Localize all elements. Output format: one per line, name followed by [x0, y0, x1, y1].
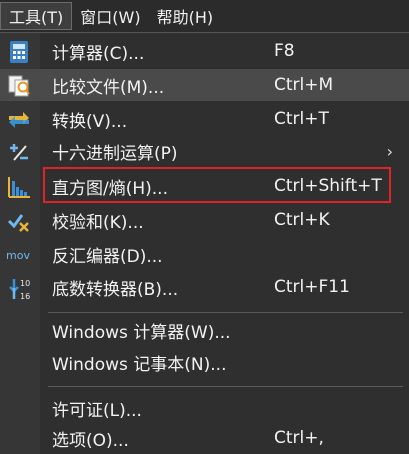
menu-item-windows-calculator[interactable]: Windows 计算器(W)... — [0, 314, 409, 346]
checksum-icon — [6, 209, 32, 233]
convert-icon — [6, 108, 32, 132]
menu-item-label: 十六进制运算(P) — [52, 143, 178, 164]
base-converter-top-text: 10 — [20, 279, 30, 288]
compare-files-icon — [6, 74, 32, 98]
menu-separator — [48, 386, 403, 387]
menu-item-shortcut: Ctrl+M — [274, 75, 334, 95]
base-converter-bottom-text: 16 — [20, 292, 30, 301]
disassembler-icon-text: mov — [6, 249, 30, 262]
base-converter-icon: 10 16 — [6, 276, 32, 301]
menu-item-compare-files[interactable]: 比较文件(M)... Ctrl+M — [0, 69, 409, 101]
menu-item-shortcut: Ctrl+K — [274, 210, 330, 230]
menu-item-label: 转换(V)... — [52, 111, 128, 132]
menu-item-label: 计算器(C)... — [52, 43, 145, 64]
menu-item-label: 直方图/熵(H)... — [52, 178, 168, 199]
menu-item-base-converter[interactable]: 10 16 底数转换器(B)... Ctrl+F11 — [0, 271, 409, 303]
menubar-tools[interactable]: 工具(T) — [0, 2, 73, 30]
menu-separator — [48, 312, 403, 313]
menu-item-convert[interactable]: 转换(V)... Ctrl+T — [0, 103, 409, 135]
calculator-icon — [6, 40, 32, 64]
menu-item-options[interactable]: 选项(O)... Ctrl+, — [0, 422, 409, 454]
menu-item-shortcut: Ctrl+F11 — [274, 277, 350, 297]
menu-item-label: 校验和(K)... — [52, 212, 144, 233]
menu-item-checksum[interactable]: 校验和(K)... Ctrl+K — [0, 204, 409, 236]
menu-item-label: 反汇编器(D)... — [52, 246, 163, 267]
menu-item-label: 底数转换器(B)... — [52, 279, 179, 300]
menu-item-shortcut: Ctrl+T — [274, 109, 329, 129]
menu-item-label: Windows 记事本(N)... — [52, 354, 227, 375]
menu-item-shortcut: F8 — [274, 41, 295, 61]
menu-item-label: 选项(O)... — [52, 430, 129, 451]
menubar-window[interactable]: 窗口(W) — [72, 2, 148, 30]
hex-operations-icon — [6, 140, 32, 164]
menubar-help[interactable]: 帮助(H) — [149, 2, 222, 30]
menu-bar: 工具(T) 窗口(W) 帮助(H) — [0, 0, 409, 32]
histogram-icon — [6, 175, 32, 199]
menu-item-license[interactable]: 许可证(L)... — [0, 392, 409, 424]
chevron-right-icon: › — [386, 141, 393, 161]
menu-item-label: Windows 计算器(W)... — [52, 322, 231, 343]
menu-item-histogram-entropy[interactable]: 直方图/熵(H)... Ctrl+Shift+T — [0, 170, 409, 202]
menu-item-hex-operations[interactable]: 十六进制运算(P) › — [0, 135, 409, 167]
menu-item-label: 许可证(L)... — [52, 400, 142, 421]
disassembler-icon: mov — [6, 243, 32, 267]
menu-item-shortcut: Ctrl+Shift+T — [274, 176, 382, 196]
menu-item-calculator[interactable]: 计算器(C)... F8 — [0, 35, 409, 67]
menu-item-disassembler[interactable]: mov 反汇编器(D)... — [0, 238, 409, 270]
menu-item-shortcut: Ctrl+, — [274, 428, 324, 448]
tools-dropdown-menu: 计算器(C)... F8 比较文件(M)... Ctrl+M 转换(V)... … — [0, 32, 409, 454]
menu-item-label: 比较文件(M)... — [52, 77, 165, 98]
menu-item-windows-notepad[interactable]: Windows 记事本(N)... — [0, 346, 409, 378]
